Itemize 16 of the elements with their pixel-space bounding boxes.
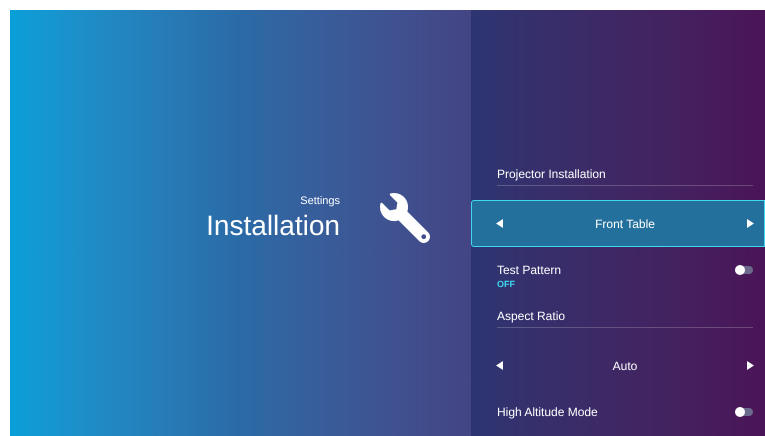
breadcrumb: Settings xyxy=(300,194,340,209)
setting-label: High Altitude Mode xyxy=(497,405,598,420)
toggle-switch[interactable] xyxy=(735,266,753,274)
option-selector[interactable]: Front Table xyxy=(471,200,765,247)
option-selector[interactable]: Auto xyxy=(471,342,765,389)
setting-label: Test Pattern xyxy=(497,263,562,278)
section-heading: Aspect Ratio xyxy=(497,309,566,323)
wrench-icon xyxy=(380,193,430,243)
left-arrow-icon xyxy=(496,361,503,370)
toggle-switch[interactable] xyxy=(735,408,753,416)
setting-status: OFF xyxy=(497,278,516,290)
right-arrow-icon xyxy=(747,361,754,370)
right-arrow-icon xyxy=(747,219,754,228)
page-title: Installation xyxy=(206,209,340,244)
left-arrow-icon xyxy=(496,219,503,228)
section-heading: Projector Installation xyxy=(497,167,606,181)
